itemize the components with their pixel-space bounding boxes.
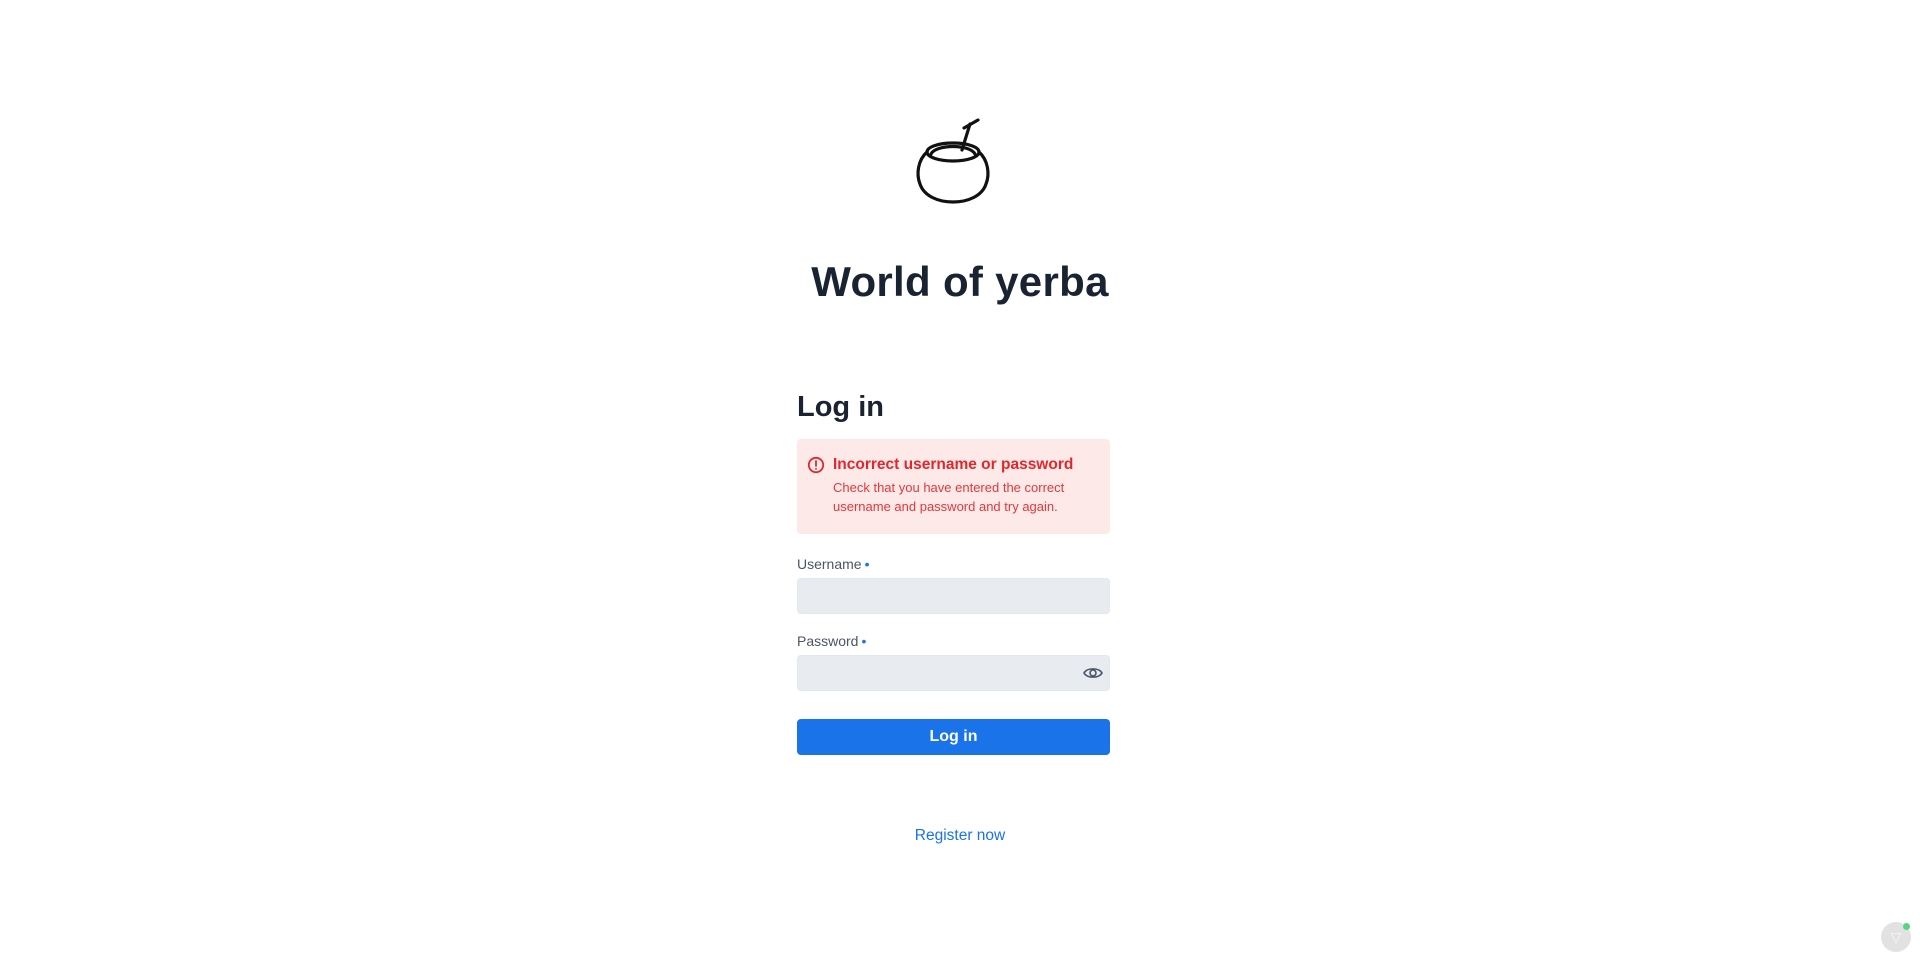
app-title: World of yerba [811,258,1109,305]
password-label: Password • [797,632,1110,650]
password-input[interactable] [797,655,1110,691]
username-field-wrapper [797,578,1110,614]
toggle-password-visibility-button[interactable] [1082,663,1104,683]
password-label-text: Password [797,633,859,649]
username-input[interactable] [797,578,1110,614]
username-label-text: Username [797,556,862,572]
register-now-link[interactable]: Register now [915,827,1005,844]
login-page: World of yerba Log in Incorrect username… [0,0,1920,961]
password-field-wrapper [797,655,1110,691]
register-link-container: Register now [0,826,1920,846]
login-heading: Log in [797,391,884,423]
required-marker: • [861,633,867,649]
username-label: Username • [797,555,1110,573]
eye-icon [1082,663,1104,683]
alert-circle-icon [807,456,825,474]
yerba-mate-gourd-icon [914,114,992,204]
alert-description: Check that you have entered the correct … [833,480,1065,514]
login-form: Log in Incorrect username or password Ch… [797,385,1110,755]
alert-title: Incorrect username or password [833,456,1074,473]
status-dot [1903,923,1910,930]
required-marker: • [864,556,870,572]
alert-body: Incorrect username or password Check tha… [833,455,1096,516]
error-alert: Incorrect username or password Check tha… [797,439,1110,534]
login-submit-button[interactable]: Log in [797,719,1110,755]
devtools-badge-button[interactable]: ▽ [1881,922,1911,952]
